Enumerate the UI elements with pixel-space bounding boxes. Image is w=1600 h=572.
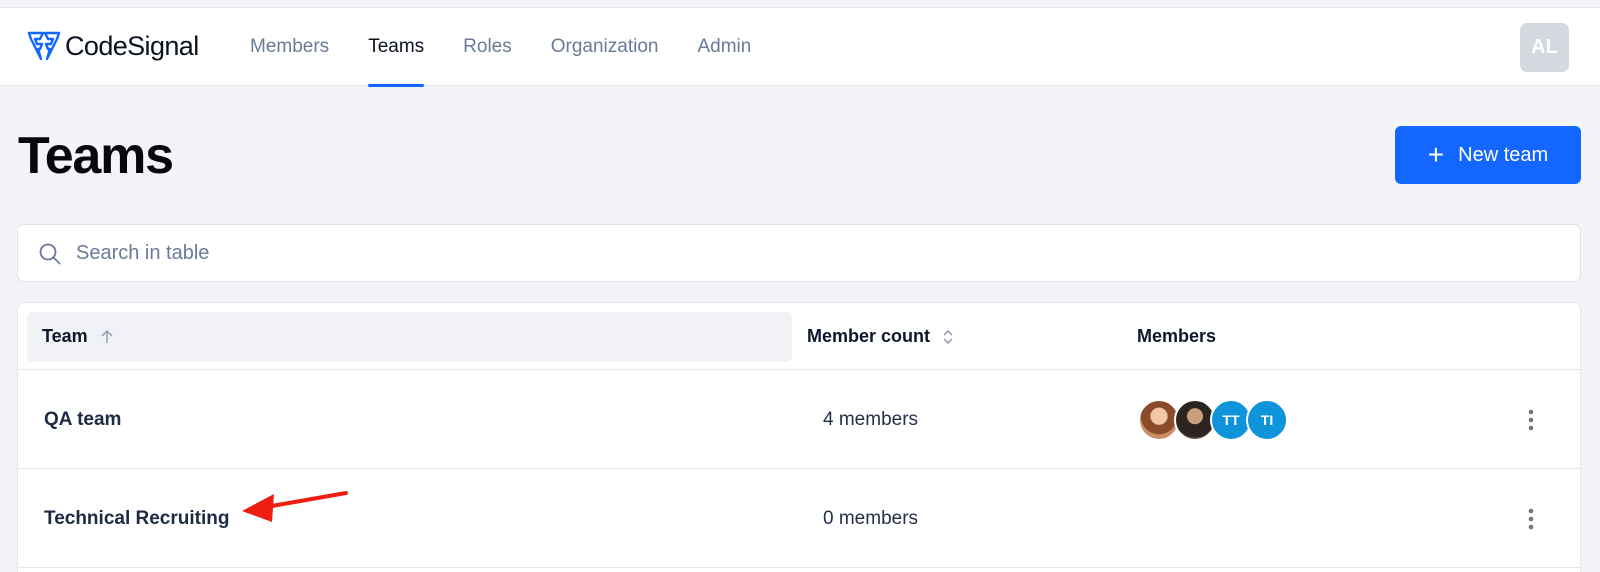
header-members-label: Members bbox=[1137, 326, 1217, 346]
top-edge bbox=[0, 0, 1600, 8]
team-name[interactable]: Technical Recruiting bbox=[44, 469, 229, 568]
tab-admin[interactable]: Admin bbox=[697, 8, 751, 86]
team-name[interactable]: QA team bbox=[44, 370, 121, 469]
search-icon bbox=[39, 243, 61, 265]
tab-organization[interactable]: Organization bbox=[551, 8, 659, 86]
table-row[interactable]: QA team 4 members TT TI bbox=[18, 370, 1580, 469]
codesignal-logo-icon bbox=[27, 31, 61, 61]
annotation-arrow-icon bbox=[242, 491, 348, 522]
tab-roles[interactable]: Roles bbox=[463, 8, 512, 86]
page-title: Teams bbox=[18, 127, 174, 185]
member-count: 4 members bbox=[823, 408, 919, 430]
codesignal-logo[interactable]: CodeSignal bbox=[27, 30, 199, 62]
member-count: 0 members bbox=[823, 507, 919, 529]
header-members: Members bbox=[1137, 303, 1216, 370]
brand-name: CodeSignal bbox=[65, 30, 199, 61]
header-member-count[interactable]: Member count bbox=[807, 303, 954, 370]
new-team-button[interactable]: + New team bbox=[1395, 126, 1581, 184]
team-header-highlight bbox=[27, 312, 792, 362]
teams-table: Team Member count Members QA team 4 memb… bbox=[17, 302, 1581, 572]
header-member-count-label: Member count bbox=[807, 326, 931, 346]
top-navbar: CodeSignal Members Teams Roles Organizat… bbox=[0, 8, 1600, 87]
user-avatar[interactable]: AL bbox=[1520, 23, 1569, 72]
row-more-menu-icon[interactable] bbox=[1528, 370, 1534, 469]
sort-ascending-icon bbox=[101, 329, 113, 343]
main-nav: Members Teams Roles Organization Admin bbox=[250, 8, 790, 87]
header-team[interactable]: Team bbox=[42, 303, 114, 370]
header-team-label: Team bbox=[42, 326, 88, 346]
table-header: Team Member count Members bbox=[18, 303, 1580, 370]
table-search bbox=[17, 224, 1581, 282]
member-avatars: TT TI bbox=[1138, 370, 1288, 469]
row-more-menu-icon[interactable] bbox=[1528, 469, 1534, 568]
tab-members[interactable]: Members bbox=[250, 8, 329, 86]
member-avatar-initials[interactable]: TI bbox=[1246, 398, 1288, 441]
sort-toggle-icon bbox=[943, 329, 953, 344]
new-team-label: New team bbox=[1458, 143, 1549, 166]
search-input[interactable] bbox=[76, 225, 1556, 281]
plus-icon: + bbox=[1427, 139, 1445, 170]
tab-teams[interactable]: Teams bbox=[368, 8, 424, 87]
